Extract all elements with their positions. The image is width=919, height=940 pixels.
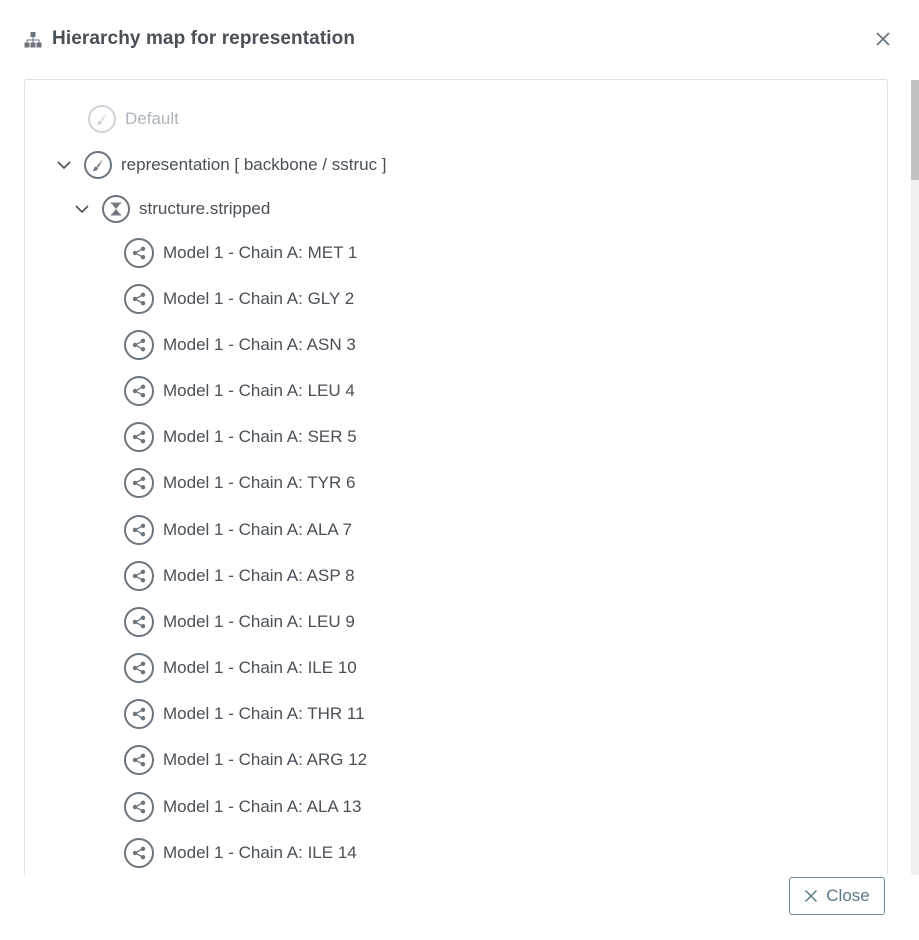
tree-node-label: Model 1 - Chain A: LEU 4 <box>163 381 355 400</box>
tree-node-selection[interactable]: Model 1 - Chain A: SER 5 <box>124 421 357 453</box>
sitemap-icon <box>24 32 42 48</box>
share-icon <box>124 792 154 822</box>
tree-node-label: Default <box>125 109 179 128</box>
tree-node-selection[interactable]: Model 1 - Chain A: ASN 3 <box>124 329 356 361</box>
share-icon <box>124 422 154 452</box>
share-icon <box>124 284 154 314</box>
tree-node-label: Model 1 - Chain A: ALA 7 <box>163 520 353 539</box>
tree-node-selection[interactable]: Model 1 - Chain A: ALA 7 <box>124 514 352 546</box>
close-button[interactable]: Close <box>789 877 885 915</box>
scrollbar-track[interactable] <box>911 80 919 880</box>
close-button-label: Close <box>826 886 870 905</box>
close-icon <box>805 889 818 903</box>
share-icon <box>124 330 154 360</box>
tree-node-default[interactable]: Default <box>88 103 179 135</box>
share-icon <box>124 838 154 868</box>
dialog-title: Hierarchy map for representation <box>52 28 356 49</box>
share-icon <box>124 561 154 591</box>
tree-node-structure[interactable]: structure.stripped <box>72 193 270 225</box>
share-icon <box>124 468 154 498</box>
tree-node-label: Model 1 - Chain A: MET 1 <box>163 243 358 262</box>
tree-node-label: Model 1 - Chain A: SER 5 <box>163 427 357 446</box>
share-icon <box>124 653 154 683</box>
tree-node-representation[interactable]: representation [ backbone / sstruc ] <box>54 149 387 181</box>
chevron-down-icon[interactable] <box>72 199 92 219</box>
scrollbar-thumb[interactable] <box>911 80 919 180</box>
chevron-down-icon[interactable] <box>54 155 74 175</box>
paintbrush-icon <box>84 151 112 179</box>
share-icon <box>124 515 154 545</box>
hierarchy-tree: Default representation [ backbone / sstr… <box>24 79 888 880</box>
dialog-header: Hierarchy map for representation <box>0 0 919 80</box>
tree-node-label: Model 1 - Chain A: THR 11 <box>163 704 365 723</box>
tree-node-label: Model 1 - Chain A: ALA 13 <box>163 797 362 816</box>
tree-node-label: Model 1 - Chain A: ILE 14 <box>163 843 357 862</box>
dialog-footer <box>0 875 919 940</box>
tree-node-label: Model 1 - Chain A: ASN 3 <box>163 335 356 354</box>
hourglass-icon <box>102 195 130 223</box>
tree-node-selection[interactable]: Model 1 - Chain A: ASP 8 <box>124 560 355 592</box>
share-icon <box>124 607 154 637</box>
tree-node-label: Model 1 - Chain A: ASP 8 <box>163 566 355 585</box>
tree-node-selection[interactable]: Model 1 - Chain A: ILE 10 <box>124 652 357 684</box>
hierarchy-dialog: Hierarchy map for representation Default <box>0 0 919 940</box>
tree-node-selection[interactable]: Model 1 - Chain A: TYR 6 <box>124 467 355 499</box>
tree-node-selection[interactable]: Model 1 - Chain A: ARG 12 <box>124 744 367 776</box>
tree-node-label: structure.stripped <box>139 199 271 218</box>
tree-node-label: Model 1 - Chain A: ARG 12 <box>163 750 368 769</box>
tree-node-selection[interactable]: Model 1 - Chain A: ILE 14 <box>124 837 357 869</box>
tree-node-label: Model 1 - Chain A: ILE 10 <box>163 658 357 677</box>
close-icon[interactable] <box>873 29 893 49</box>
paintbrush-icon <box>88 105 116 133</box>
tree-node-selection[interactable]: Model 1 - Chain A: GLY 2 <box>124 283 354 315</box>
tree-node-label: Model 1 - Chain A: TYR 6 <box>163 473 356 492</box>
tree-node-label: representation [ backbone / sstruc ] <box>121 155 387 174</box>
share-icon <box>124 376 154 406</box>
tree-node-selection[interactable]: Model 1 - Chain A: THR 11 <box>124 698 365 730</box>
share-icon <box>124 238 154 268</box>
share-icon <box>124 699 154 729</box>
tree-node-label: Model 1 - Chain A: LEU 9 <box>163 612 355 631</box>
tree-node-label: Model 1 - Chain A: GLY 2 <box>163 289 355 308</box>
share-icon <box>124 745 154 775</box>
tree-node-selection[interactable]: Model 1 - Chain A: LEU 4 <box>124 375 355 407</box>
tree-node-selection[interactable]: Model 1 - Chain A: ALA 13 <box>124 791 361 823</box>
tree-node-selection[interactable]: Model 1 - Chain A: LEU 9 <box>124 606 355 638</box>
tree-node-selection[interactable]: Model 1 - Chain A: MET 1 <box>124 237 357 269</box>
